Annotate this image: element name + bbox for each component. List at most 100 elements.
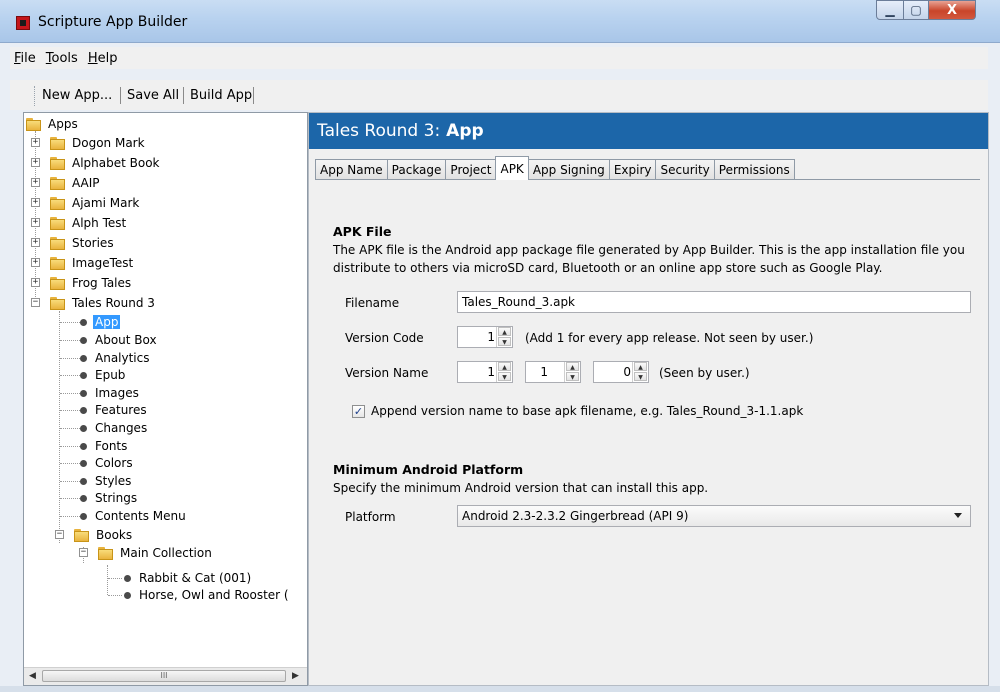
tree-label: Frog Tales <box>72 276 132 290</box>
collapse-toggle[interactable]: − <box>79 548 88 557</box>
scroll-right-icon[interactable]: ▶ <box>292 671 299 681</box>
tree-setting-strings[interactable]: Strings <box>80 489 139 507</box>
expand-toggle[interactable]: + <box>31 138 40 147</box>
tree-item-tales-round-3[interactable]: Tales Round 3 <box>50 294 157 312</box>
spin-up-icon[interactable]: ▲ <box>498 362 511 371</box>
tree-setting-styles[interactable]: Styles <box>80 472 133 490</box>
spinner-buttons: ▲ ▼ <box>632 362 648 382</box>
tree-book-rabbit-cat[interactable]: Rabbit & Cat (001) <box>124 569 253 587</box>
tab-permissions[interactable]: Permissions <box>713 159 795 180</box>
expand-toggle[interactable]: + <box>31 258 40 267</box>
spin-down-icon[interactable]: ▼ <box>566 372 579 381</box>
tree-setting-analytics[interactable]: Analytics <box>80 349 152 367</box>
tree-item-stories[interactable]: Stories <box>50 234 116 252</box>
tree-connector <box>108 578 122 579</box>
version-minor-value: 1 <box>540 365 548 379</box>
collapse-toggle[interactable]: − <box>55 530 64 539</box>
tree-item-imagetest[interactable]: ImageTest <box>50 254 135 272</box>
folder-icon <box>26 117 42 131</box>
menu-help-accel: H <box>87 50 98 66</box>
menu-help[interactable]: Help <box>84 51 124 66</box>
tree-horizontal-scrollbar[interactable]: ◀ III ▶ <box>24 667 307 685</box>
tree-item-frog-tales[interactable]: Frog Tales <box>50 274 133 292</box>
tree-item-alphabet-book[interactable]: Alphabet Book <box>50 154 162 172</box>
append-version-checkbox[interactable]: ✓ <box>352 405 365 418</box>
expand-toggle[interactable]: + <box>31 278 40 287</box>
tree-book-horse-owl-rooster[interactable]: Horse, Owl and Rooster ( <box>124 586 291 604</box>
filename-input[interactable]: Tales_Round_3.apk <box>457 291 971 313</box>
bullet-icon <box>80 459 87 467</box>
tab-expiry[interactable]: Expiry <box>608 159 657 180</box>
platform-heading: Minimum Android Platform <box>333 462 524 477</box>
scroll-left-icon[interactable]: ◀ <box>29 671 36 681</box>
tree-setting-images[interactable]: Images <box>80 384 141 402</box>
tree-label: Alphabet Book <box>72 156 160 170</box>
spin-up-icon[interactable]: ▲ <box>634 362 647 371</box>
tree-label: About Box <box>95 333 157 347</box>
tree-label: Colors <box>95 456 133 470</box>
scroll-thumb[interactable]: III <box>42 670 286 682</box>
close-button[interactable]: X <box>928 0 976 20</box>
apk-file-heading: APK File <box>333 224 392 239</box>
tree-root-apps[interactable]: Apps <box>26 115 80 133</box>
expand-toggle[interactable]: + <box>31 198 40 207</box>
tree-item-main-collection[interactable]: Main Collection <box>98 544 214 562</box>
expand-toggle[interactable]: + <box>31 218 40 227</box>
tab-app-name[interactable]: App Name <box>315 159 388 180</box>
window-bottom-edge <box>0 686 1000 692</box>
tree-setting-app[interactable]: App <box>80 313 121 331</box>
spin-up-icon[interactable]: ▲ <box>498 327 511 336</box>
tree-connector <box>60 428 82 429</box>
spinner-buttons: ▲ ▼ <box>564 362 580 382</box>
panel-header-project: Tales Round 3: <box>317 121 441 141</box>
new-app-button[interactable]: New App... <box>40 88 114 103</box>
maximize-button[interactable]: ▢ <box>903 0 929 20</box>
expand-toggle[interactable]: + <box>31 238 40 247</box>
toolbar-grip[interactable] <box>34 86 37 106</box>
tree-item-ajami-mark[interactable]: Ajami Mark <box>50 194 141 212</box>
minimize-button[interactable]: ▁ <box>876 0 904 20</box>
bullet-icon <box>80 389 87 397</box>
app-tree[interactable]: Apps + Dogon Mark + Alphabet Book + AAIP… <box>23 112 308 686</box>
tab-package[interactable]: Package <box>386 159 447 180</box>
toolbar-separator <box>183 87 184 104</box>
tree-setting-changes[interactable]: Changes <box>80 419 149 437</box>
spin-down-icon[interactable]: ▼ <box>498 337 511 346</box>
tab-apk[interactable]: APK <box>495 156 529 180</box>
expand-toggle[interactable]: + <box>31 158 40 167</box>
folder-icon <box>50 216 66 230</box>
version-code-spinner[interactable]: 1 ▲ ▼ <box>457 326 513 348</box>
spin-up-icon[interactable]: ▲ <box>566 362 579 371</box>
tree-label: Strings <box>95 491 138 505</box>
tree-setting-about-box[interactable]: About Box <box>80 331 159 349</box>
menu-tools[interactable]: Tools <box>42 51 84 66</box>
version-major-spinner[interactable]: 1 ▲ ▼ <box>457 361 513 383</box>
tree-item-dogon-mark[interactable]: Dogon Mark <box>50 134 147 152</box>
tab-project[interactable]: Project <box>445 159 497 180</box>
tab-security[interactable]: Security <box>655 159 715 180</box>
bullet-icon <box>80 494 87 502</box>
menu-file[interactable]: File <box>10 51 42 66</box>
tree-setting-epub[interactable]: Epub <box>80 366 127 384</box>
tree-setting-colors[interactable]: Colors <box>80 454 135 472</box>
version-patch-spinner[interactable]: 0 ▲ ▼ <box>593 361 649 383</box>
tree-label: ImageTest <box>72 256 134 270</box>
version-code-value: 1 <box>487 330 495 344</box>
tree-item-alph-test[interactable]: Alph Test <box>50 214 128 232</box>
platform-select[interactable]: Android 2.3-2.3.2 Gingerbread (API 9) <box>457 505 971 527</box>
tree-item-books[interactable]: Books <box>74 526 134 544</box>
collapse-toggle[interactable]: − <box>31 298 40 307</box>
build-app-button[interactable]: Build App <box>188 88 254 103</box>
version-minor-spinner[interactable]: 1 ▲ ▼ <box>525 361 581 383</box>
tree-setting-contents-menu[interactable]: Contents Menu <box>80 507 188 525</box>
tree-setting-features[interactable]: Features <box>80 401 149 419</box>
tab-app-signing[interactable]: App Signing <box>527 159 610 180</box>
tree-label: Stories <box>72 236 114 250</box>
folder-icon <box>98 546 114 560</box>
tree-item-aaip[interactable]: AAIP <box>50 174 102 192</box>
spin-down-icon[interactable]: ▼ <box>634 372 647 381</box>
spin-down-icon[interactable]: ▼ <box>498 372 511 381</box>
expand-toggle[interactable]: + <box>31 178 40 187</box>
tree-setting-fonts[interactable]: Fonts <box>80 437 129 455</box>
save-all-button[interactable]: Save All <box>125 88 181 103</box>
